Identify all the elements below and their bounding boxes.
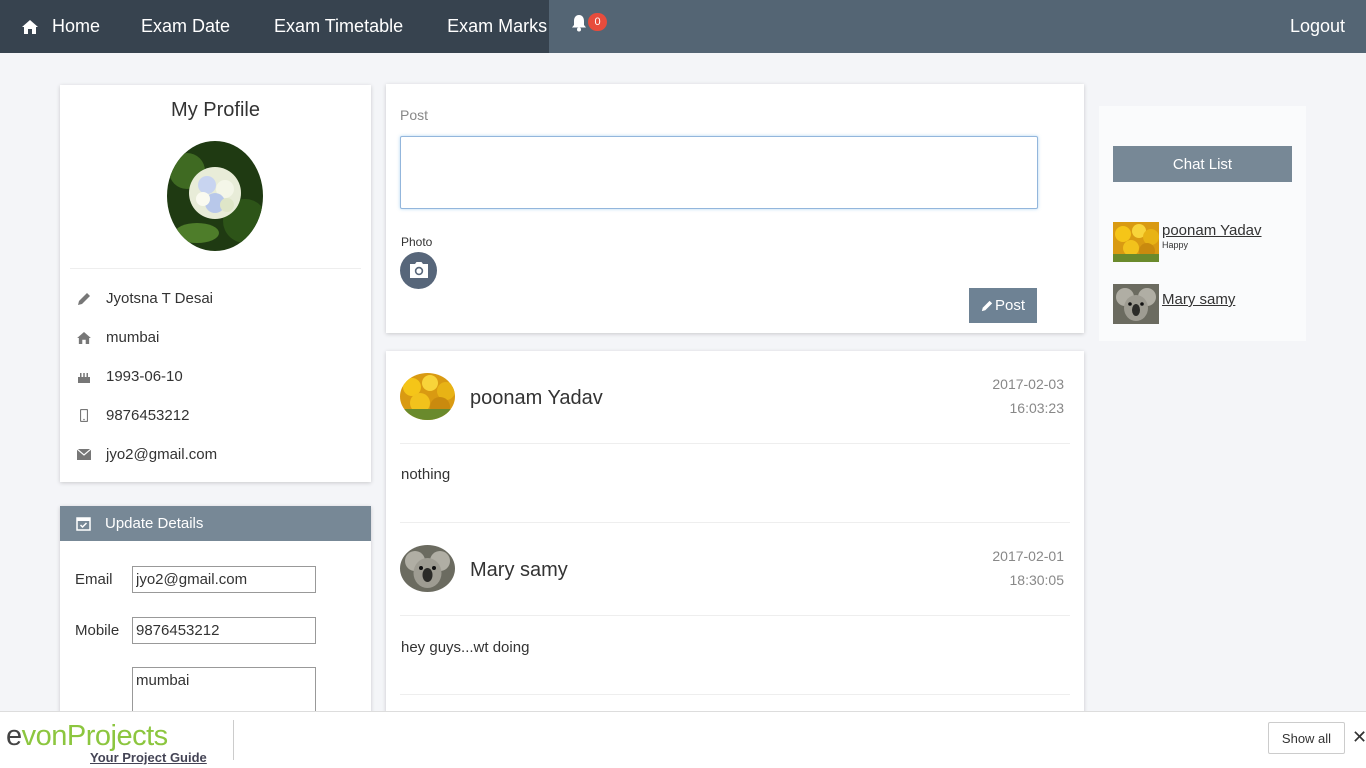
chat-list-button[interactable]: Chat List xyxy=(1113,146,1292,182)
top-navbar: Home Exam Date Exam Timetable Exam Marks… xyxy=(0,0,1366,53)
chat-avatar xyxy=(1113,222,1159,262)
profile-name: Jyotsna T Desai xyxy=(106,290,213,307)
post-label: Post xyxy=(400,107,429,123)
profile-mobile: 9876453212 xyxy=(106,407,190,424)
profile-email-row: jyo2@gmail.com xyxy=(76,446,217,463)
profile-title: My Profile xyxy=(171,99,260,121)
feed-content: hey guys...wt doing xyxy=(401,639,530,656)
feed-content: nothing xyxy=(401,466,451,483)
birthday-cake-icon xyxy=(76,369,92,385)
feed-divider xyxy=(400,694,1070,695)
mobile-label: Mobile xyxy=(75,622,120,639)
chat-list-panel: Chat List poonam Yadav Happy Mary samy xyxy=(1099,106,1306,341)
profile-city-row: mumbai xyxy=(76,329,159,346)
feed-time: 18:30:05 xyxy=(1009,572,1065,588)
nav-exam-date[interactable]: Exam Date xyxy=(141,0,230,53)
feed-date: 2017-02-01 xyxy=(992,548,1064,564)
nav-home[interactable]: Home xyxy=(0,0,120,53)
feed-date: 2017-02-03 xyxy=(992,376,1064,392)
post-input[interactable] xyxy=(400,136,1038,209)
update-details-title: Update Details xyxy=(105,515,204,532)
email-label: Email xyxy=(75,571,113,588)
brand-tagline: Your Project Guide xyxy=(90,750,207,765)
profile-email: jyo2@gmail.com xyxy=(106,446,218,463)
notification-badge: 0 xyxy=(588,13,607,31)
mobile-field[interactable] xyxy=(132,617,316,644)
post-feed: poonam Yadav 2017-02-03 16:03:23 nothing… xyxy=(386,351,1084,721)
brand-logo-prefix: e xyxy=(6,720,22,752)
calendar-check-icon xyxy=(76,517,91,531)
chat-contact-name[interactable]: poonam Yadav xyxy=(1162,222,1262,239)
pencil-icon xyxy=(76,291,92,307)
address-field[interactable]: mumbai xyxy=(132,667,316,717)
brand-logo-name: vonProjects xyxy=(21,720,169,752)
update-details-header: Update Details xyxy=(60,506,371,541)
bell-icon xyxy=(572,15,586,32)
nav-exam-marks[interactable]: Exam Marks xyxy=(447,0,547,53)
feed-timestamp: 2017-02-03 16:03:23 xyxy=(944,372,1064,420)
envelope-icon xyxy=(76,447,92,463)
feed-post: poonam Yadav 2017-02-03 16:03:23 nothing xyxy=(386,351,1084,523)
feed-avatar xyxy=(400,373,455,420)
home-icon xyxy=(22,19,38,34)
profile-city: mumbai xyxy=(106,329,160,346)
show-all-button[interactable]: Show all xyxy=(1268,722,1345,754)
new-post-card: Post Photo Post xyxy=(386,84,1084,333)
brand-logo: evonProjects xyxy=(6,720,168,753)
chat-contact[interactable]: Mary samy xyxy=(1113,284,1235,324)
mobile-phone-icon xyxy=(76,408,92,424)
download-divider xyxy=(233,720,234,760)
profile-dob: 1993-06-10 xyxy=(106,368,183,385)
chat-avatar xyxy=(1113,284,1159,324)
feed-avatar xyxy=(400,545,455,592)
chat-contact-status: Happy xyxy=(1162,240,1189,250)
post-submit-button[interactable]: Post xyxy=(969,288,1037,323)
feed-divider xyxy=(400,443,1070,444)
chat-contact-name[interactable]: Mary samy xyxy=(1162,291,1235,308)
chat-contact-info: Mary samy xyxy=(1162,284,1235,324)
close-icon[interactable]: ✕ xyxy=(1352,727,1366,748)
feed-time: 16:03:23 xyxy=(1009,400,1065,416)
feed-author: poonam Yadav xyxy=(470,387,603,409)
feed-post: Mary samy 2017-02-01 18:30:05 hey guys..… xyxy=(386,523,1084,695)
profile-card: My Profile Jyotsna T Desai mumbai 1993-0… xyxy=(60,85,371,482)
feed-author: Mary samy xyxy=(470,559,568,581)
feed-timestamp: 2017-02-01 18:30:05 xyxy=(944,544,1064,592)
profile-mobile-row: 9876453212 xyxy=(76,407,189,424)
home-icon xyxy=(76,330,92,346)
profile-dob-row: 1993-06-10 xyxy=(76,368,183,385)
download-bar: evonProjects Your Project Guide xyxy=(0,711,1366,768)
photo-label: Photo xyxy=(401,235,433,249)
photo-upload-button[interactable] xyxy=(400,252,437,289)
feed-divider xyxy=(400,615,1070,616)
profile-avatar xyxy=(167,141,263,251)
chat-contact[interactable]: poonam Yadav Happy xyxy=(1113,222,1262,262)
chat-contact-info: poonam Yadav Happy xyxy=(1162,222,1262,262)
profile-divider xyxy=(70,268,361,269)
camera-icon xyxy=(409,262,428,278)
email-field[interactable] xyxy=(132,566,316,593)
pencil-icon xyxy=(981,300,993,311)
profile-name-row: Jyotsna T Desai xyxy=(76,290,213,307)
nav-exam-timetable[interactable]: Exam Timetable xyxy=(274,0,403,53)
nav-left-group: Home Exam Date Exam Timetable Exam Marks xyxy=(0,0,549,53)
logout-link[interactable]: Logout xyxy=(1290,0,1345,53)
nav-home-label: Home xyxy=(52,16,101,36)
post-button-label: Post xyxy=(994,297,1025,314)
update-details-card: Update Details Email Mobile mumbai xyxy=(60,506,371,717)
notifications-button[interactable]: 0 xyxy=(570,12,610,36)
